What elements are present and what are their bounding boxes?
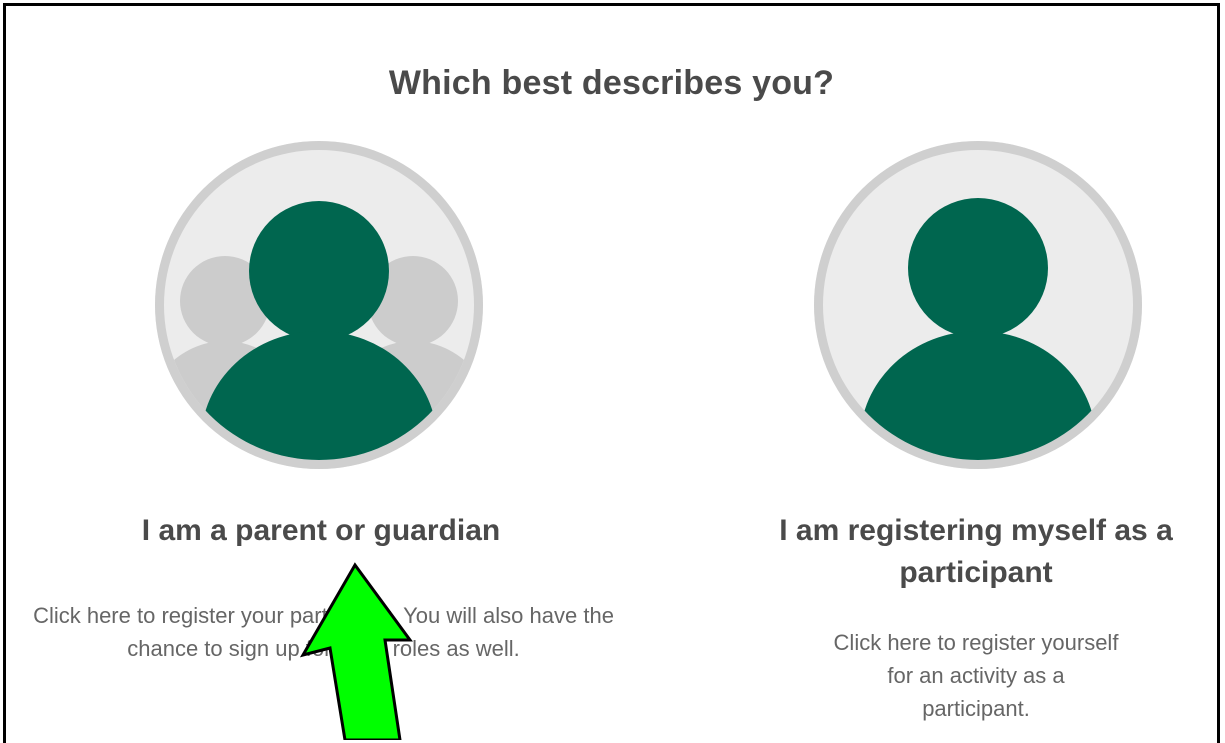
page-title: Which best describes you? bbox=[388, 64, 835, 102]
person-icon[interactable] bbox=[814, 141, 1142, 469]
page-frame: Which best describes you? I am a parent … bbox=[3, 3, 1220, 743]
parent-option-description[interactable]: Click here to register your participant.… bbox=[31, 599, 616, 665]
self-option-title[interactable]: I am registering myself as a participant bbox=[751, 510, 1201, 594]
parent-option-title[interactable]: I am a parent or guardian bbox=[21, 510, 621, 552]
family-icon[interactable] bbox=[155, 141, 483, 469]
person-icon-graphic bbox=[860, 198, 1096, 460]
family-icon-graphic bbox=[164, 201, 474, 460]
self-option-description[interactable]: Click here to register yourself for an a… bbox=[831, 626, 1121, 725]
